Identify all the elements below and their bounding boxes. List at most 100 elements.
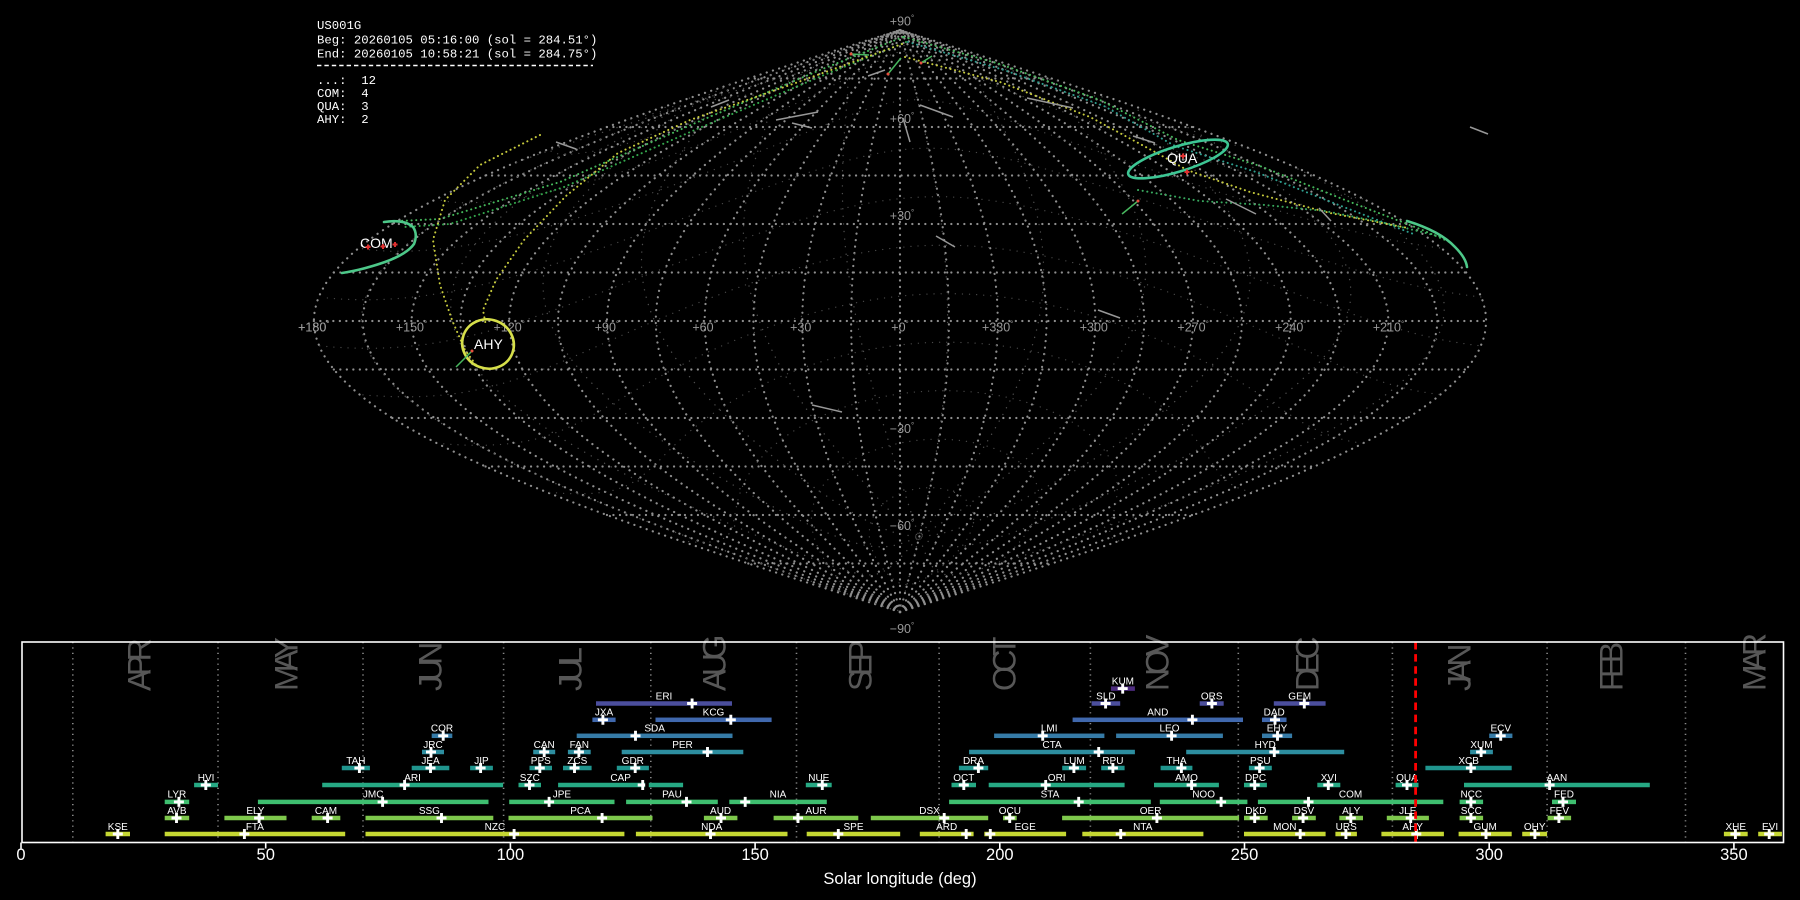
- svg-text:JLE: JLE: [1399, 806, 1417, 817]
- svg-text:COM: COM: [360, 235, 393, 251]
- svg-text:FTA: FTA: [246, 822, 264, 833]
- svg-text:ORI: ORI: [1048, 773, 1066, 784]
- svg-text:AHY: AHY: [1402, 822, 1423, 833]
- svg-text:SSG: SSG: [419, 806, 440, 817]
- svg-text:ARD: ARD: [936, 822, 957, 833]
- svg-text:+60°: +60°: [692, 320, 716, 335]
- svg-text:EHY: EHY: [1267, 724, 1288, 735]
- svg-text:DSX: DSX: [919, 806, 940, 817]
- svg-text:SPE: SPE: [843, 822, 863, 833]
- svg-text:LUM: LUM: [1064, 756, 1085, 767]
- svg-text:XHE: XHE: [1726, 822, 1747, 833]
- svg-text:LMI: LMI: [1041, 724, 1058, 735]
- svg-text:ALY: ALY: [1342, 806, 1360, 817]
- svg-text:JEA: JEA: [421, 756, 440, 767]
- svg-text:OHY: OHY: [1524, 822, 1546, 833]
- svg-text:COM: COM: [1339, 790, 1362, 801]
- svg-text:AMO: AMO: [1175, 773, 1198, 784]
- svg-text:QUA: 3: QUA: 3: [317, 100, 369, 114]
- svg-text:CAM: CAM: [315, 806, 337, 817]
- svg-text:ORS: ORS: [1201, 691, 1223, 702]
- svg-text:PAU: PAU: [662, 790, 682, 801]
- svg-text:TAH: TAH: [346, 756, 365, 767]
- svg-text:JIP: JIP: [474, 756, 489, 767]
- svg-text:50: 50: [257, 846, 275, 864]
- svg-text:AUD: AUD: [710, 806, 731, 817]
- svg-text:JMC: JMC: [363, 790, 384, 801]
- svg-text:ECV: ECV: [1491, 724, 1512, 735]
- svg-text:JXA: JXA: [595, 708, 614, 719]
- svg-text:+180°: +180°: [298, 320, 329, 335]
- svg-text:JRC: JRC: [423, 740, 442, 751]
- svg-text:DRA: DRA: [963, 756, 984, 767]
- svg-text:XCB: XCB: [1458, 756, 1479, 767]
- svg-text:LYR: LYR: [168, 790, 187, 801]
- svg-text:+30°: +30°: [890, 208, 914, 223]
- svg-text:DKD: DKD: [1245, 806, 1266, 817]
- svg-text:AUG: AUG: [697, 637, 733, 691]
- svg-text:URS: URS: [1336, 822, 1357, 833]
- svg-text:OER: OER: [1140, 806, 1162, 817]
- svg-text:LEO: LEO: [1159, 724, 1179, 735]
- svg-text:+90°: +90°: [595, 320, 619, 335]
- svg-text:−30°: −30°: [890, 421, 914, 436]
- svg-text:SLD: SLD: [1096, 691, 1115, 702]
- svg-text:+150°: +150°: [396, 320, 427, 335]
- svg-text:GDR: GDR: [622, 756, 644, 767]
- svg-text:350: 350: [1720, 846, 1748, 864]
- svg-text:End: 20260105 10:58:21 (sol =: End: 20260105 10:58:21 (sol = 284.75°): [317, 48, 597, 62]
- svg-text:PSU: PSU: [1250, 756, 1271, 767]
- svg-text:AUR: AUR: [805, 806, 826, 817]
- svg-text:AHY: AHY: [474, 336, 503, 352]
- svg-text:+330°: +330°: [982, 320, 1013, 335]
- svg-text:+300°: +300°: [1080, 320, 1111, 335]
- svg-text:XUM: XUM: [1470, 740, 1492, 751]
- svg-text:NCC: NCC: [1460, 790, 1482, 801]
- svg-text:0: 0: [16, 846, 25, 864]
- svg-text:GUM: GUM: [1474, 822, 1497, 833]
- svg-text:NIA: NIA: [770, 790, 787, 801]
- svg-text:MAY: MAY: [269, 637, 305, 691]
- svg-text:250: 250: [1231, 846, 1259, 864]
- svg-text:CAP: CAP: [610, 773, 631, 784]
- svg-text:DSV: DSV: [1294, 806, 1315, 817]
- svg-text:PCA: PCA: [570, 806, 591, 817]
- svg-text:ERI: ERI: [656, 691, 673, 702]
- svg-text:KSE: KSE: [108, 822, 128, 833]
- svg-text:+90°: +90°: [890, 14, 914, 29]
- svg-text:+30°: +30°: [790, 320, 814, 335]
- svg-text:JAN: JAN: [1442, 646, 1478, 691]
- svg-text:KCG: KCG: [703, 708, 725, 719]
- svg-text:APR: APR: [122, 639, 158, 691]
- svg-text:EVI: EVI: [1762, 822, 1778, 833]
- svg-text:+270°: +270°: [1177, 320, 1208, 335]
- svg-text:FED: FED: [1554, 790, 1574, 801]
- svg-text:FEB: FEB: [1594, 643, 1630, 691]
- svg-text:−60°: −60°: [890, 518, 914, 533]
- svg-text:SCC: SCC: [1461, 806, 1482, 817]
- svg-text:JPE: JPE: [553, 790, 572, 801]
- svg-text:GEM: GEM: [1288, 691, 1311, 702]
- svg-text:CAN: CAN: [534, 740, 555, 751]
- svg-text:NOO: NOO: [1192, 790, 1215, 801]
- svg-text:CTA: CTA: [1042, 740, 1062, 751]
- svg-text:+210°: +210°: [1373, 320, 1404, 335]
- svg-text:NZC: NZC: [485, 822, 506, 833]
- svg-text:200: 200: [986, 846, 1014, 864]
- svg-text:HYD: HYD: [1255, 740, 1276, 751]
- svg-text:EGE: EGE: [1015, 822, 1036, 833]
- svg-text:OCT: OCT: [987, 637, 1023, 691]
- svg-text:AHY: 2: AHY: 2: [317, 113, 369, 127]
- svg-text:RPU: RPU: [1102, 756, 1123, 767]
- svg-text:...: 12: ...: 12: [317, 74, 376, 88]
- svg-text:Beg: 20260105 05:16:00 (sol =: Beg: 20260105 05:16:00 (sol = 284.51°): [317, 33, 597, 47]
- svg-text:JUL: JUL: [553, 648, 589, 691]
- svg-text:XVI: XVI: [1321, 773, 1337, 784]
- svg-text:−90°: −90°: [890, 621, 914, 636]
- svg-text:OCT: OCT: [953, 773, 974, 784]
- svg-text:DEC: DEC: [1290, 638, 1326, 691]
- svg-text:PER: PER: [672, 740, 693, 751]
- svg-text:US001G: US001G: [317, 19, 361, 33]
- svg-text:COM: 4: COM: 4: [317, 87, 369, 101]
- svg-text:+240°: +240°: [1275, 320, 1306, 335]
